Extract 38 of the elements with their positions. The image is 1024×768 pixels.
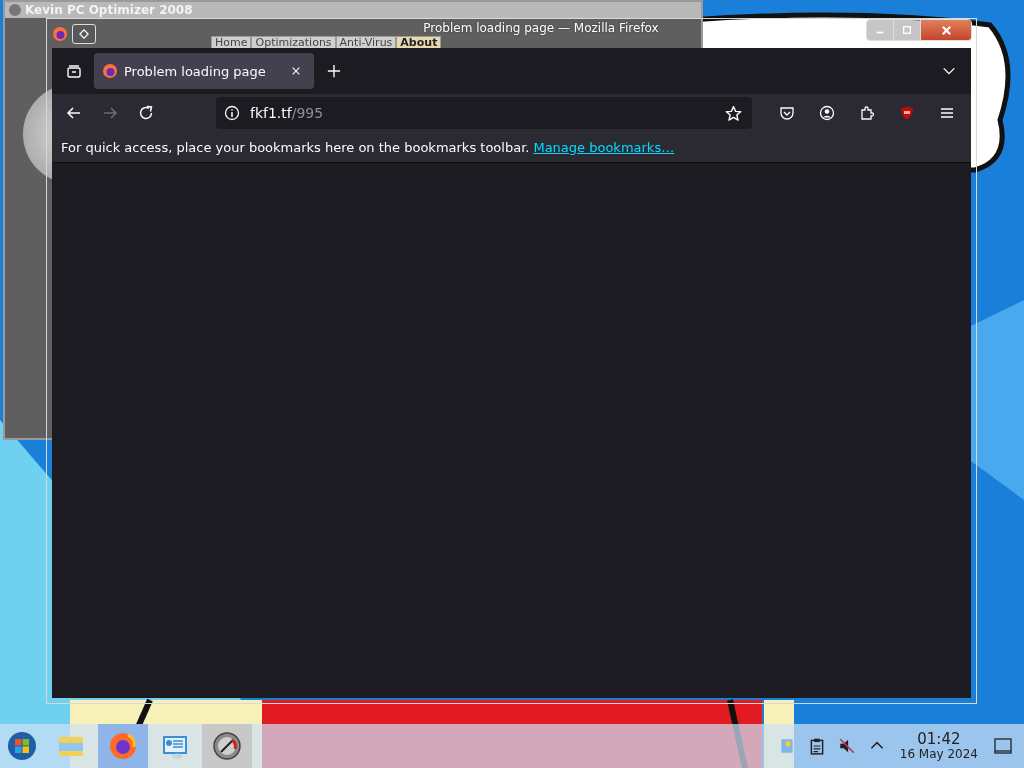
gauge-icon xyxy=(212,731,242,761)
info-icon xyxy=(224,105,240,121)
pocket-icon[interactable] xyxy=(779,105,795,121)
manage-bookmarks-link[interactable]: Manage bookmarks… xyxy=(533,139,675,155)
address-field[interactable]: fkf1.tf/995 xyxy=(216,97,752,129)
firefox-icon xyxy=(102,63,118,79)
app-icon xyxy=(9,4,21,16)
url-text: fkf1.tf/995 xyxy=(250,105,324,121)
window-title: Kevin PC Optimizer 2008 xyxy=(25,3,193,17)
reload-icon xyxy=(138,105,154,121)
plus-icon xyxy=(327,64,341,78)
bookmarks-hint: For quick access, place your bookmarks here on the bookmarks toolbar. xyxy=(61,139,530,155)
pin-button[interactable] xyxy=(72,23,96,44)
diamond-icon xyxy=(79,28,89,39)
firefox-icon xyxy=(52,25,68,42)
puzzle-icon[interactable] xyxy=(859,105,875,121)
taskbar-app[interactable] xyxy=(202,724,252,768)
back-arrow-icon xyxy=(66,105,82,121)
speaker-icon[interactable] xyxy=(837,737,856,755)
close-icon xyxy=(940,24,952,36)
tray-icon xyxy=(66,63,82,79)
desktop-icon xyxy=(993,736,1013,756)
close-button[interactable] xyxy=(921,20,971,40)
browser-tab[interactable]: Problem loading page xyxy=(94,53,314,89)
shield-icon[interactable] xyxy=(899,105,915,121)
close-icon xyxy=(291,66,301,76)
window-title: Problem loading page — Mozilla Firefox xyxy=(423,21,659,35)
firefox-icon xyxy=(108,731,138,761)
menu-icon[interactable] xyxy=(939,105,955,121)
taskbar-app[interactable] xyxy=(98,724,148,768)
clock-time: 01:42 xyxy=(917,731,961,748)
tab-title: Problem loading page xyxy=(124,63,267,79)
windows-logo-icon xyxy=(7,731,37,761)
star-icon[interactable] xyxy=(725,104,742,122)
forward-arrow-icon xyxy=(102,105,118,121)
maximize-icon xyxy=(902,25,912,35)
account-icon[interactable] xyxy=(819,105,835,121)
clock-date: 16 May 2024 xyxy=(899,747,978,761)
